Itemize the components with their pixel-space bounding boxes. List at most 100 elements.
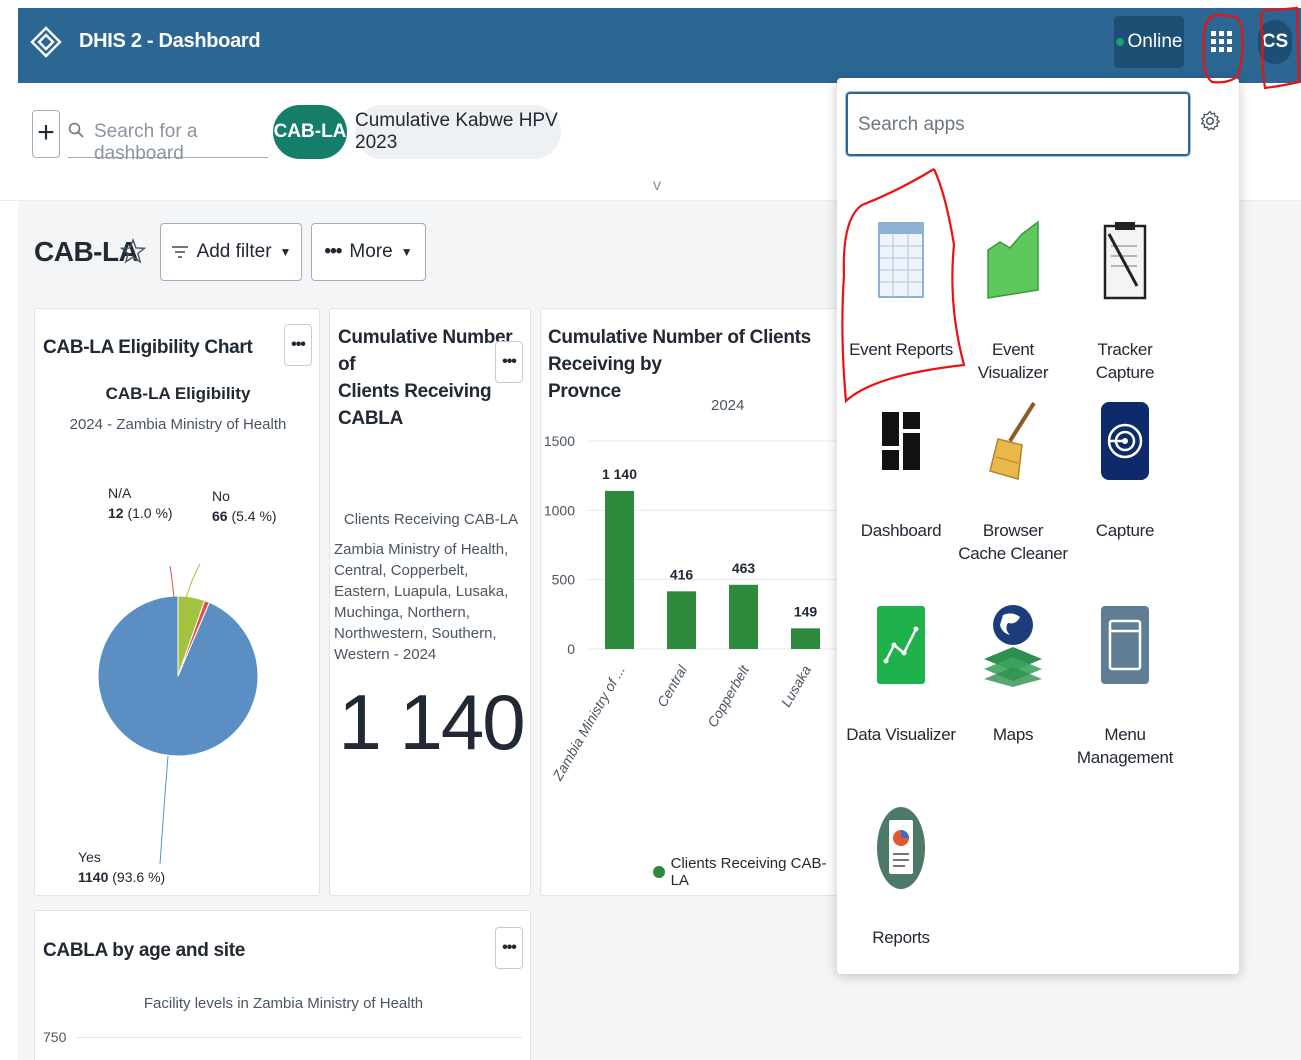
bar[interactable] [605, 490, 634, 649]
capture-icon [1093, 399, 1157, 483]
y-axis-tick: 750 [43, 1029, 67, 1045]
report-icon [869, 806, 933, 890]
card-menu-button[interactable]: ••• [284, 324, 312, 366]
area-chart-icon [981, 218, 1045, 302]
card-menu-button[interactable]: ••• [495, 927, 523, 969]
online-status-badge: Online [1114, 16, 1184, 68]
chevron-down-icon: ▼ [400, 245, 413, 259]
pie-label-yes: Yes 1140 (93.6 %) [78, 849, 166, 885]
apps-search-placeholder: Search apps [858, 114, 965, 135]
bar-value-label: 416 [670, 566, 694, 582]
add-dashboard-button[interactable]: + [32, 110, 60, 158]
status-dot-icon [1115, 38, 1124, 46]
more-label: More [349, 241, 393, 262]
y-tick-label: 500 [552, 572, 576, 588]
card-title: CABLA by age and site [43, 940, 246, 961]
app-tracker-capture[interactable]: Tracker Capture [1069, 218, 1181, 384]
age-site-chart-card: CABLA by age and site ••• Facility level… [34, 910, 531, 1060]
app-label: Menu Management [1076, 725, 1174, 767]
app-reports[interactable]: Reports [845, 806, 957, 949]
app-title: DHIS 2 - Dashboard [79, 30, 261, 52]
legend-dot-icon [653, 866, 665, 878]
app-label: Tracker Capture [1095, 340, 1155, 382]
app-label: Maps [992, 725, 1034, 744]
card-menu-button[interactable]: ••• [495, 341, 523, 383]
user-avatar[interactable]: CS [1258, 20, 1292, 64]
eligibility-chart-card: CAB-LA Eligibility Chart ••• CAB-LA Elig… [34, 308, 320, 896]
app-dashboard[interactable]: Dashboard [845, 399, 957, 542]
bar[interactable] [729, 584, 758, 649]
bar-chart-subtitle: 2024 [711, 397, 745, 414]
app-label: Dashboard [860, 521, 942, 540]
clipboard-icon [1093, 218, 1157, 302]
bar-value-label: 149 [794, 603, 818, 619]
broom-icon [981, 399, 1045, 483]
filter-icon [171, 246, 188, 258]
bar-chart-legend: Clients Receiving CAB-LA [653, 855, 839, 889]
gear-icon[interactable] [1199, 110, 1221, 132]
pie-leader-no [185, 563, 201, 599]
dashboard-search-input[interactable]: Search for a dashboard [94, 121, 268, 165]
dashboard-search[interactable]: Search for a dashboard [68, 110, 268, 164]
pie-label-no: No 66 (5.4 %) [212, 488, 277, 524]
metric-label: Clients Receiving CAB-LA [343, 511, 519, 528]
apps-menu-popover: Search apps Event Reports Event Visualiz… [837, 78, 1239, 974]
metric-description: Zambia Ministry of Health, Central, Copp… [334, 541, 509, 663]
pie-leader-na [169, 565, 175, 599]
x-tick-label: Zambia Ministry of ... [549, 663, 628, 784]
province-bar-chart-card: Cumulative Number of Clients Receiving b… [540, 308, 840, 896]
card-title: CAB-LA Eligibility Chart [43, 337, 253, 358]
app-label: Data Visualizer [846, 725, 956, 744]
y-tick-label: 0 [567, 641, 575, 657]
app-label: Reports [872, 928, 930, 947]
dashboard-chip-cab-la[interactable]: CAB-LA [273, 105, 347, 159]
bar[interactable] [667, 591, 696, 649]
dashboard-chip-kabwe-hpv[interactable]: Cumulative Kabwe HPV 2023 [355, 105, 561, 159]
y-tick-label: 1500 [544, 433, 575, 449]
app-menu-management[interactable]: Menu Management [1069, 603, 1181, 769]
search-icon [68, 122, 84, 138]
line-chart-icon [869, 603, 933, 687]
gridline [77, 1037, 522, 1038]
dashboard-grid-icon [869, 399, 933, 483]
province-bar-chart: 1500 1000 500 0 1 140 Zambia Ministry of ... 4… [544, 433, 837, 784]
globe-layers-icon [981, 603, 1045, 687]
bar-value-label: 1 140 [602, 466, 637, 482]
app-label: Browser Cache Cleaner [958, 521, 1068, 563]
chart-subtitle: Facility levels in Zambia Ministry of He… [143, 995, 424, 1012]
add-filter-button[interactable]: Add filter ▼ [160, 223, 302, 281]
add-filter-label: Add filter [196, 241, 272, 262]
app-label: Capture [1095, 521, 1155, 540]
pie-label-na: N/A 12 (1.0 %) [108, 485, 173, 521]
app-data-visualizer[interactable]: Data Visualizer [845, 603, 957, 746]
app-maps[interactable]: Maps [957, 603, 1069, 746]
x-tick-label: Lusaka [778, 662, 815, 709]
legend-label: Clients Receiving CAB-LA [670, 855, 827, 889]
pie-chart-subtitle: 2024 - Zambia Ministry of Health [69, 416, 287, 433]
x-tick-label: Copperbelt [704, 662, 753, 730]
x-tick-label: Central [654, 662, 691, 710]
pie-chart-title: CAB-LA Eligibility [105, 384, 251, 403]
app-capture[interactable]: Capture [1069, 399, 1181, 542]
cumulative-clients-card: Cumulative Number of Clients Receiving C… [329, 308, 531, 896]
online-status-label: Online [1127, 31, 1183, 52]
more-dots-icon: ••• [324, 241, 342, 262]
app-event-reports[interactable]: Event Reports [845, 218, 957, 361]
more-button[interactable]: ••• More ▼ [311, 223, 426, 281]
bar-value-label: 463 [732, 560, 756, 576]
y-tick-label: 1000 [544, 502, 575, 518]
chevron-down-icon: ▼ [279, 245, 292, 259]
expand-chevron-icon[interactable]: v [653, 177, 661, 195]
header-bar: DHIS 2 - Dashboard Online CS [18, 8, 1301, 83]
app-label: Event Visualizer [977, 340, 1049, 382]
app-event-visualizer[interactable]: Event Visualizer [957, 218, 1069, 384]
window-icon [1093, 603, 1157, 687]
app-browser-cache-cleaner[interactable]: Browser Cache Cleaner [957, 399, 1069, 565]
dhis2-logo-icon[interactable] [30, 26, 62, 58]
table-icon [869, 218, 933, 302]
apps-search-input[interactable]: Search apps [846, 92, 1190, 156]
apps-menu-button[interactable] [1208, 24, 1234, 58]
star-icon[interactable] [120, 236, 146, 266]
bar[interactable] [791, 628, 820, 649]
eligibility-pie-chart [97, 563, 259, 865]
